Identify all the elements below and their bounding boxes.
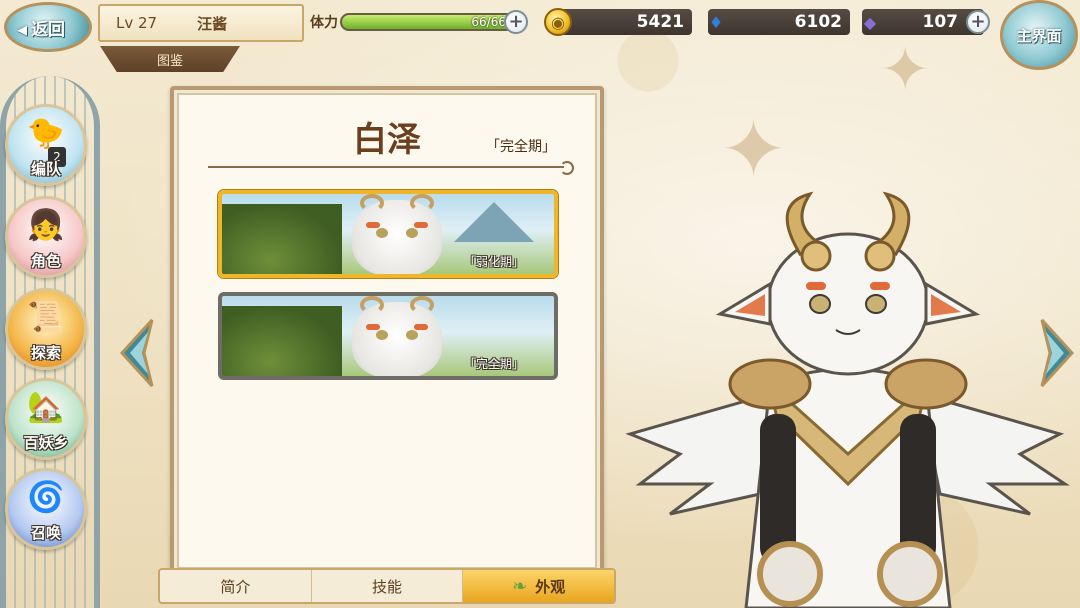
form-card-weakened[interactable]: 「弱化期」 [218, 190, 558, 278]
add-stamina-button[interactable]: + [504, 10, 528, 34]
soul-amount: 6102 [794, 12, 842, 32]
player-info-plate: Lv 27 汪酱 [98, 4, 304, 42]
coin-icon: ◉ [544, 8, 572, 36]
tab-label: 外观 [535, 577, 566, 596]
form-card-complete[interactable]: 「完全期」 [218, 292, 558, 380]
side-menu-team[interactable]: 🐤 2 编队 [5, 104, 87, 186]
side-menu-label: 编队 [30, 160, 61, 178]
add-gem-button[interactable]: + [966, 10, 990, 34]
form-label: 「弱化期」 [463, 255, 524, 269]
village-icon: 🏡 [27, 390, 65, 425]
tab-label: 简介 [220, 577, 251, 596]
eye [406, 330, 418, 340]
eye [406, 228, 418, 238]
side-menu-summon[interactable]: 🌀 召唤 [5, 468, 87, 550]
tab-skills[interactable]: 技能 [312, 570, 464, 602]
side-menu-explore[interactable]: 📜 探索 [5, 288, 87, 370]
gem-counter: ◆ 107 + [862, 9, 990, 35]
baize-portrait [352, 296, 442, 376]
stamina-label: 体力 [310, 15, 338, 31]
gem-icon: ◆ [863, 12, 877, 32]
stamina-track: 66/66 [340, 13, 516, 31]
side-menu-label: 探索 [30, 344, 61, 362]
info-tab-bar: 简介 技能 ❧ 外观 [158, 568, 616, 604]
horn-icon [410, 194, 434, 212]
team-icon: 🐤 [27, 116, 65, 151]
back-button[interactable]: ◂ 返回 [4, 2, 92, 52]
side-menu-label: 百妖乡 [23, 434, 69, 452]
chevron-left-icon [119, 318, 154, 388]
baize-character-art [625, 191, 1070, 608]
soul-flame-icon: ♦ [708, 12, 724, 32]
player-name: 汪酱 [197, 14, 228, 33]
back-arrow-icon: ◂ [17, 17, 28, 41]
explore-icon: 📜 [27, 300, 65, 335]
tree-scenery [222, 204, 342, 274]
leaf-icon: ❧ [512, 575, 528, 597]
stamina-bar: 体力 66/66 + [310, 8, 536, 36]
section-tab-label: 图鉴 [100, 46, 240, 72]
summon-icon: 🌀 [27, 480, 65, 515]
coin-counter: ◉ 5421 [544, 8, 692, 36]
character-icon: 👧 [27, 208, 65, 243]
baize-portrait [352, 194, 442, 274]
player-level: Lv 27 [116, 14, 158, 32]
monster-stage: 「完全期」 [486, 139, 556, 155]
form-label: 「完全期」 [463, 357, 524, 371]
previous-arrow-button[interactable] [118, 318, 158, 388]
gem-amount: 107 [922, 12, 959, 32]
soul-counter: ♦ 6102 [708, 9, 850, 35]
horn-icon [360, 296, 384, 314]
sparkle-decoration: ✦ [880, 35, 931, 105]
mountain-scenery [454, 202, 534, 242]
face-marking [366, 324, 380, 330]
face-marking [414, 324, 428, 330]
side-menu-label: 召唤 [30, 524, 61, 542]
tab-intro[interactable]: 简介 [160, 570, 312, 602]
eye [376, 228, 388, 238]
sparkle-decoration: ✦ [720, 103, 788, 196]
home-button-label: 主界面 [1016, 26, 1062, 45]
side-menu-character[interactable]: 👧 角色 [5, 196, 87, 278]
horn-icon [360, 194, 384, 212]
face-marking [414, 222, 428, 228]
encyclopedia-panel: 白泽 「完全期」 「弱化期」 「完全期」 [170, 86, 604, 576]
side-menu-label: 角色 [30, 252, 61, 270]
tab-label: 技能 [372, 577, 403, 596]
tab-appearance[interactable]: ❧ 外观 [463, 570, 614, 602]
side-menu-village[interactable]: 🏡 百妖乡 [5, 378, 87, 460]
face-marking [366, 222, 380, 228]
tree-scenery [222, 306, 342, 376]
back-button-label: 返回 [31, 19, 65, 40]
eye [376, 330, 388, 340]
horn-icon [410, 296, 434, 314]
title-divider [208, 161, 574, 175]
stamina-value: 66/66 [471, 15, 506, 29]
coin-amount: 5421 [636, 12, 684, 32]
home-button[interactable]: 主界面 [1000, 0, 1078, 70]
